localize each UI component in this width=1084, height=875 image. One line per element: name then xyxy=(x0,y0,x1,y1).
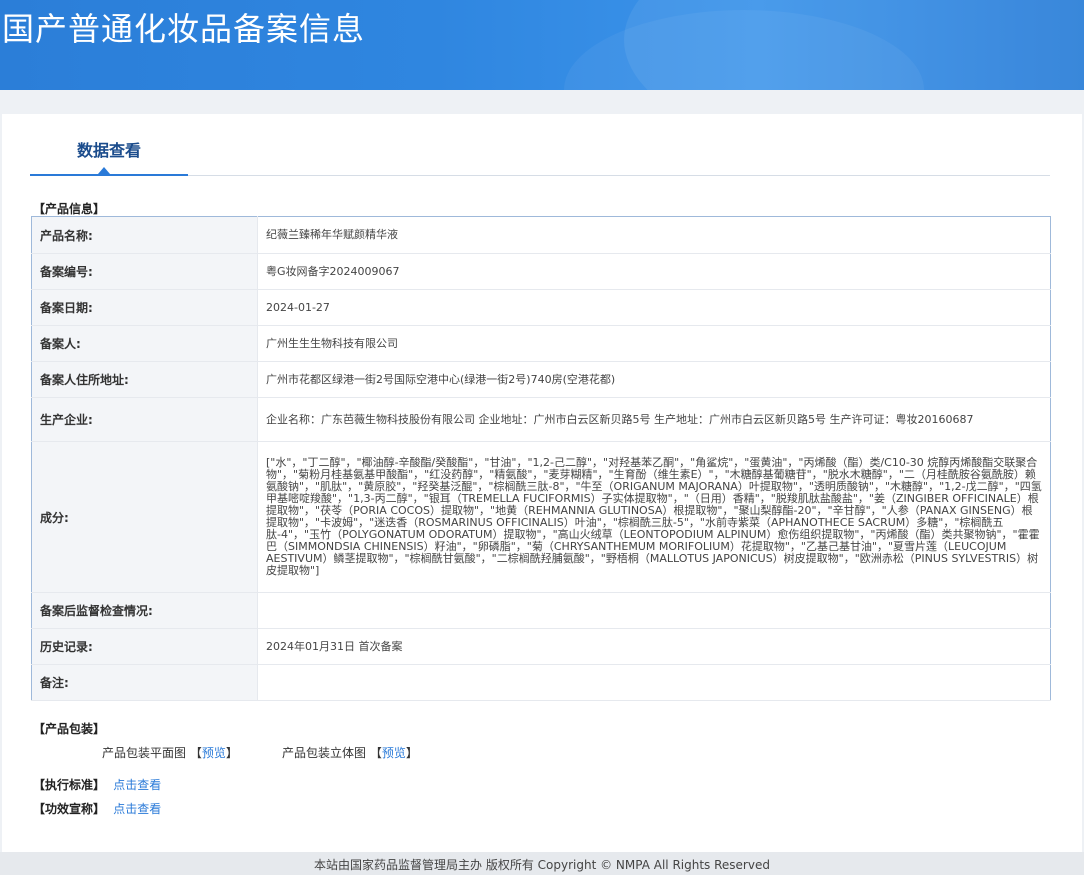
tab-active-indicator xyxy=(30,174,188,176)
tab-caret-icon xyxy=(98,167,110,174)
row-key: 备案编号: xyxy=(31,253,258,290)
row-value: 2024-01-27 xyxy=(257,289,1051,326)
packaging-stereo-preview-link[interactable]: 预览 xyxy=(382,746,406,760)
product-info-table: 产品名称: 纪薇兰臻稀年华赋颜精华液 备案编号: 粤G妆网备字202400906… xyxy=(31,216,1051,701)
row-key: 成分: xyxy=(31,441,258,593)
row-key: 备案后监督检查情况: xyxy=(31,592,258,629)
row-value: 纪薇兰臻稀年华赋颜精华液 xyxy=(257,216,1051,254)
packaging-flat-preview-link[interactable]: 预览 xyxy=(202,746,226,760)
claims-row: 【功效宣称】 点击查看 xyxy=(33,800,161,817)
row-key: 备案人: xyxy=(31,325,258,362)
table-row: 历史记录: 2024年01月31日 首次备案 xyxy=(31,628,1051,665)
standard-view-link[interactable]: 点击查看 xyxy=(113,778,161,792)
row-value: 粤G妆网备字2024009067 xyxy=(257,253,1051,290)
row-value xyxy=(257,592,1051,629)
row-value: 企业名称：广东芭薇生物科技股份有限公司 企业地址：广州市白云区新贝路5号 生产地… xyxy=(257,397,1051,442)
table-row: 备案编号: 粤G妆网备字2024009067 xyxy=(31,253,1051,290)
header-banner: 国产普通化妆品备案信息 xyxy=(0,0,1084,90)
row-key: 备注: xyxy=(31,664,258,701)
row-key: 备案人住所地址: xyxy=(31,361,258,398)
row-value: 广州市花都区绿港一街2号国际空港中心(绿港一街2号)740房(空港花都) xyxy=(257,361,1051,398)
footer: 本站由国家药品监督管理局主办 版权所有 Copyright © NMPA All… xyxy=(0,852,1084,875)
table-row: 备案人: 广州生生生物科技有限公司 xyxy=(31,325,1051,362)
main-panel: 数据查看 【产品信息】 产品名称: 纪薇兰臻稀年华赋颜精华液 备案编号: 粤G妆… xyxy=(2,114,1082,852)
row-key: 产品名称: xyxy=(31,216,258,254)
packaging-flat-label: 产品包装平面图 xyxy=(102,746,187,760)
section-title-claims: 【功效宣称】 xyxy=(33,802,106,816)
ingredients-value: ["水"，"丁二醇"，"椰油醇-辛酸酯/癸酸酯"，"甘油"，"1,2-己二醇"，… xyxy=(257,441,1051,593)
section-title-packaging: 【产品包装】 xyxy=(33,722,106,736)
packaging-stereo: 产品包装立体图 【预览】 xyxy=(282,744,418,761)
table-row: 备案人住所地址: 广州市花都区绿港一街2号国际空港中心(绿港一街2号)740房(… xyxy=(31,361,1051,398)
packaging-flat: 产品包装平面图 【预览】 xyxy=(102,744,238,761)
row-key: 备案日期: xyxy=(31,289,258,326)
table-row: 产品名称: 纪薇兰臻稀年华赋颜精华液 xyxy=(31,216,1051,254)
bracket-close: 】 xyxy=(225,746,238,760)
standard-row: 【执行标准】 点击查看 xyxy=(33,776,161,793)
table-row: 成分: ["水"，"丁二醇"，"椰油醇-辛酸酯/癸酸酯"，"甘油"，"1,2-己… xyxy=(31,441,1051,593)
section-title-product-info: 【产品信息】 xyxy=(33,202,106,216)
bracket-open: 【 xyxy=(189,746,202,760)
row-value xyxy=(257,664,1051,701)
row-key: 生产企业: xyxy=(31,397,258,442)
table-row: 备注: xyxy=(31,664,1051,701)
table-row: 备案后监督检查情况: xyxy=(31,592,1051,629)
page-title: 国产普通化妆品备案信息 xyxy=(2,10,366,48)
claims-view-link[interactable]: 点击查看 xyxy=(113,802,161,816)
bracket-close: 】 xyxy=(405,746,418,760)
packaging-stereo-label: 产品包装立体图 xyxy=(282,746,367,760)
row-value: 2024年01月31日 首次备案 xyxy=(257,628,1051,665)
section-title-standard: 【执行标准】 xyxy=(33,778,106,792)
table-row: 生产企业: 企业名称：广东芭薇生物科技股份有限公司 企业地址：广州市白云区新贝路… xyxy=(31,397,1051,442)
row-key: 历史记录: xyxy=(31,628,258,665)
table-row: 备案日期: 2024-01-27 xyxy=(31,289,1051,326)
bracket-open: 【 xyxy=(369,746,382,760)
header-spacer xyxy=(0,90,1084,114)
row-value: 广州生生生物科技有限公司 xyxy=(257,325,1051,362)
